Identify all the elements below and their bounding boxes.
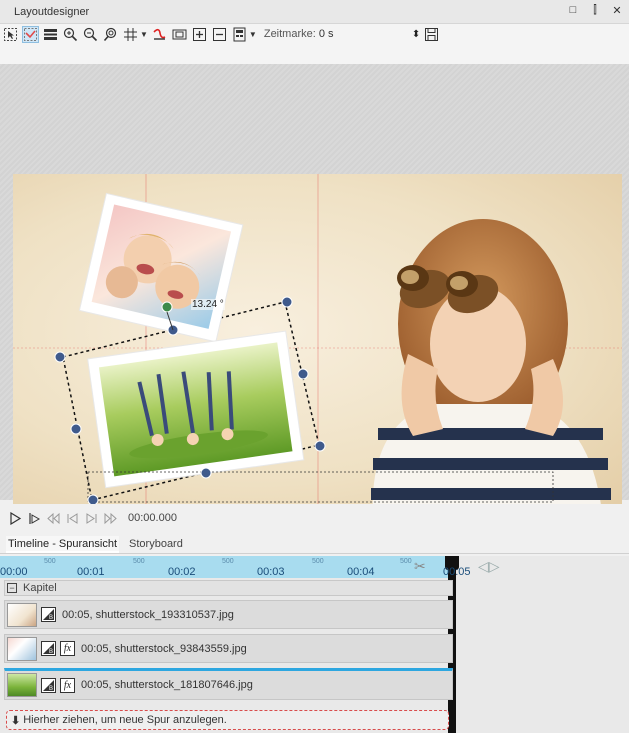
- canvas-area[interactable]: 13.24 °: [0, 64, 629, 520]
- window-controls: □ ⫿ ✕: [567, 4, 623, 17]
- curve-icon[interactable]: [151, 26, 168, 43]
- bottom-tabs: Timeline - Spuransicht Storyboard: [0, 536, 629, 554]
- layoutdesigner-window: Layoutdesigner □ ⫿ ✕ ▼ ▼ Zeitmarke: 0 s …: [0, 0, 629, 733]
- image-badge-icon[interactable]: B: [41, 641, 56, 656]
- slide-canvas[interactable]: 13.24 °: [13, 174, 622, 520]
- pin-icon[interactable]: ⫿: [589, 4, 601, 17]
- play-from-start-icon[interactable]: [27, 510, 41, 526]
- ruler-label: 00:05: [443, 566, 471, 578]
- zoom-out-icon[interactable]: [82, 26, 99, 43]
- handle-mid-right: [297, 368, 309, 380]
- zeitmarke-label: Zeitmarke:: [263, 28, 316, 40]
- svg-text:B: B: [49, 686, 53, 692]
- title-bar: Layoutdesigner □ ⫿ ✕: [0, 0, 629, 24]
- handle-bottom-mid: [200, 467, 212, 479]
- photo-kids-meadow: [87, 330, 305, 489]
- track-thumbnail: [7, 673, 37, 697]
- new-track-dropzone[interactable]: ⬇ Hierher ziehen, um neue Spur anzulegen…: [6, 710, 449, 730]
- ruler-minor-label: 500: [312, 558, 324, 565]
- track-row[interactable]: B 00:05, shutterstock_193310537.jpg: [4, 600, 453, 629]
- select-tool-icon[interactable]: [2, 26, 19, 43]
- slide-artwork: [13, 174, 622, 520]
- tab-storyboard[interactable]: Storyboard: [127, 536, 185, 553]
- minus-icon[interactable]: [211, 26, 228, 43]
- dropzone-hint: Hierher ziehen, um neue Spur anzulegen.: [23, 714, 227, 726]
- fx-icon[interactable]: fx: [60, 677, 75, 693]
- ruler-label: 00:03: [257, 566, 285, 578]
- fast-forward-icon[interactable]: [103, 510, 117, 526]
- track-label: 00:05, shutterstock_181807646.jpg: [81, 679, 253, 691]
- marker-icon[interactable]: ◁▷: [478, 558, 500, 575]
- plus-icon[interactable]: [191, 26, 208, 43]
- maximize-icon[interactable]: □: [567, 4, 579, 17]
- distribute-icon[interactable]: [42, 26, 59, 43]
- image-badge-icon[interactable]: B: [41, 607, 56, 622]
- fit-image-icon[interactable]: [171, 26, 188, 43]
- rotation-angle-label: 13.24 °: [191, 299, 225, 310]
- toolbar: ▼ ▼ Zeitmarke: ⬍: [0, 24, 629, 64]
- handle-mid-left: [70, 423, 82, 435]
- kapitel-row[interactable]: − Kapitel: [4, 580, 453, 596]
- collapse-icon[interactable]: −: [7, 583, 17, 593]
- align-icon[interactable]: [22, 26, 39, 43]
- fx-icon[interactable]: fx: [60, 641, 75, 656]
- image-badge-icon[interactable]: B: [41, 677, 56, 693]
- track-label: 00:05, shutterstock_93843559.jpg: [81, 642, 247, 655]
- zeitmarke-input[interactable]: [318, 26, 389, 42]
- svg-text:B: B: [49, 615, 53, 621]
- ruler-minor-label: 500: [400, 558, 412, 565]
- zeitmarke-spinner-icon[interactable]: ⬍: [412, 26, 420, 43]
- scissors-icon[interactable]: ✂: [414, 558, 426, 575]
- ruler-label: 00:04: [347, 566, 375, 578]
- photo-kids-faces: [78, 192, 244, 343]
- rotation-handle: [161, 301, 173, 313]
- window-title: Layoutdesigner: [14, 5, 90, 18]
- handle-bottom-right: [314, 440, 326, 452]
- ruler-label: 00:00: [0, 566, 28, 578]
- next-icon[interactable]: [84, 510, 98, 526]
- tab-timeline-spuransicht[interactable]: Timeline - Spuransicht: [6, 536, 120, 553]
- grid-dropdown-icon[interactable]: ▼: [140, 26, 148, 43]
- track-row[interactable]: B fx 00:05, shutterstock_93843559.jpg: [4, 634, 453, 663]
- ruler-label: 00:02: [168, 566, 196, 578]
- child-photo: [371, 219, 611, 520]
- ruler-label: 00:01: [77, 566, 105, 578]
- svg-text:B: B: [49, 649, 53, 655]
- playback-bar: 00:00.000: [0, 504, 629, 532]
- track-thumbnail: [7, 636, 37, 661]
- close-icon[interactable]: ✕: [611, 4, 623, 17]
- zoom-reset-icon[interactable]: [102, 26, 119, 43]
- play-icon[interactable]: [8, 510, 22, 526]
- handle-top-right: [281, 296, 293, 308]
- track-thumbnail: [7, 602, 37, 627]
- zoom-fit-icon[interactable]: [62, 26, 79, 43]
- template-icon[interactable]: [231, 26, 248, 43]
- timeline-panel: 00:00 00:01 00:02 00:03 00:04 500 500 50…: [0, 556, 629, 733]
- template-dropdown-icon[interactable]: ▼: [249, 26, 257, 43]
- kapitel-label: Kapitel: [23, 582, 57, 594]
- ruler-minor-label: 500: [133, 558, 145, 565]
- grid-icon[interactable]: [122, 26, 139, 43]
- playback-time: 00:00.000: [128, 512, 177, 524]
- handle-top-left: [54, 351, 66, 363]
- track-label: 00:05, shutterstock_193310537.jpg: [62, 608, 234, 621]
- rewind-icon[interactable]: [46, 510, 60, 526]
- previous-icon[interactable]: [65, 510, 79, 526]
- ruler-minor-label: 500: [44, 558, 56, 565]
- arrow-down-icon: ⬇: [11, 714, 21, 727]
- track-row-selected[interactable]: B fx 00:05, shutterstock_181807646.jpg: [4, 668, 453, 700]
- ruler-minor-label: 500: [222, 558, 234, 565]
- save-icon[interactable]: [423, 26, 440, 43]
- timeline-ruler[interactable]: 00:00 00:01 00:02 00:03 00:04 500 500 50…: [0, 556, 455, 578]
